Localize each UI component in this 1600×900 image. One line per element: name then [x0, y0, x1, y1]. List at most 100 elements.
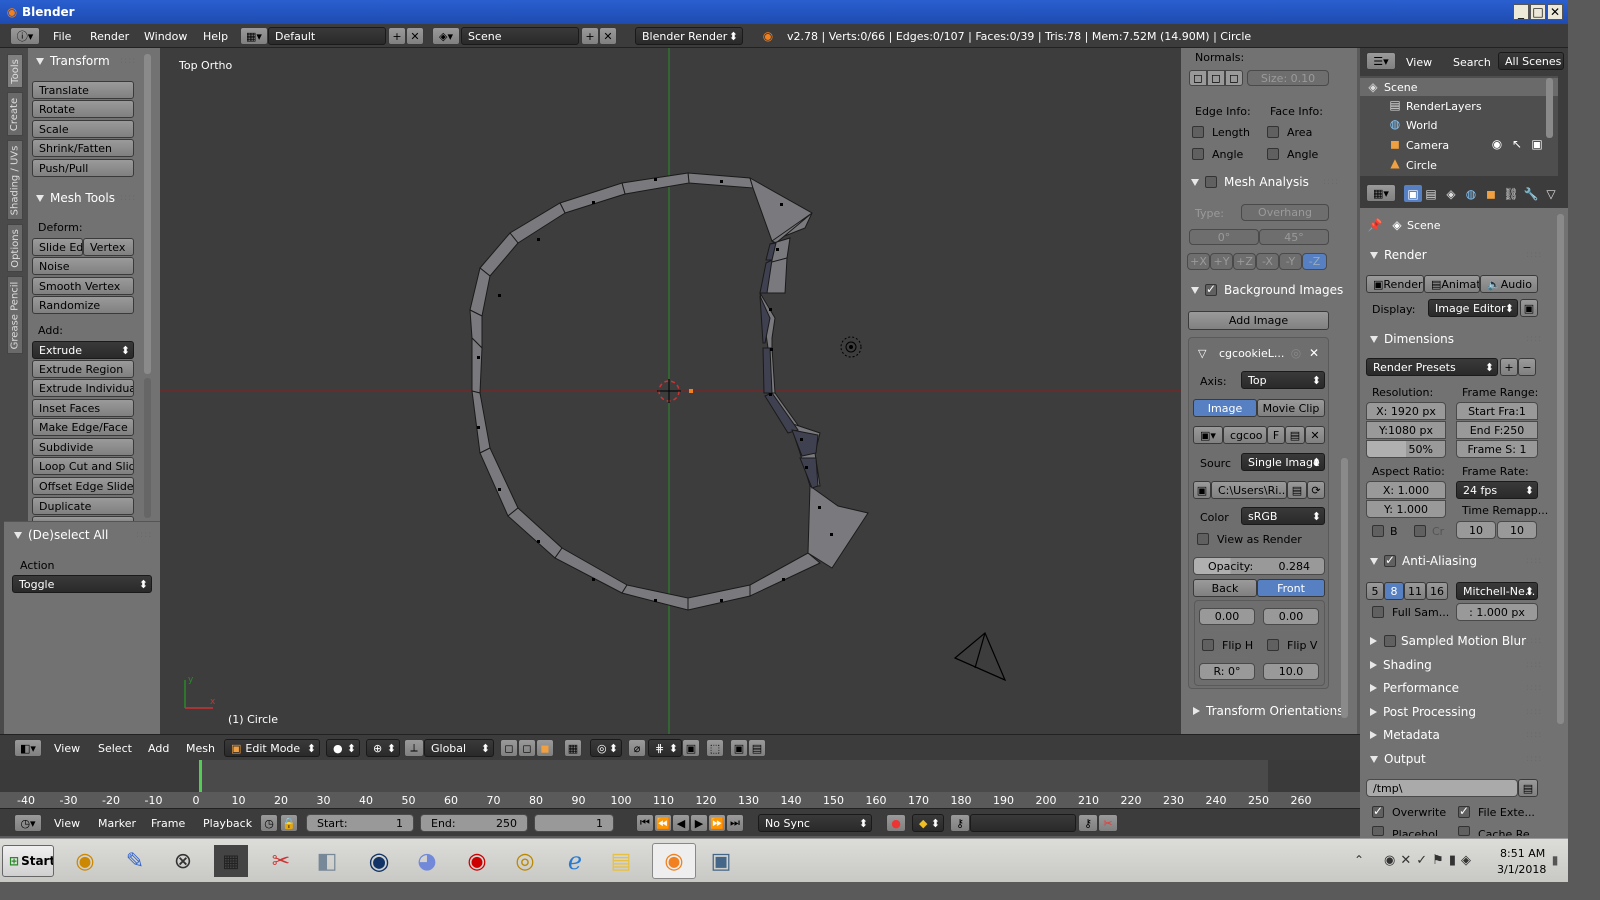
drag-handle[interactable]: ::::	[1526, 707, 1542, 717]
layout-field[interactable]: Default	[268, 27, 386, 45]
menu-window[interactable]: Window	[144, 30, 187, 43]
show-desktop-icon[interactable]: ▮	[1548, 853, 1562, 867]
size-field[interactable]: 10.0	[1263, 663, 1319, 680]
display-select[interactable]: Image Editor ⬍	[1428, 299, 1518, 317]
play-reverse-icon[interactable]: ◀	[672, 814, 690, 832]
mode-select[interactable]: ▣ Edit Mode ⬍	[224, 739, 320, 757]
outliner-item-renderlayers[interactable]: RenderLayers	[1406, 100, 1482, 113]
scene-remove-button[interactable]: ✕	[599, 27, 617, 45]
animation-button[interactable]: ▤ Animati	[1424, 275, 1480, 293]
view3d-editor-icon[interactable]: ◧▾	[14, 739, 42, 757]
shrink-fatten-button[interactable]: Shrink/Fatten	[32, 139, 134, 157]
occlude-geometry-icon[interactable]: ▦	[564, 739, 582, 757]
outliner-item-circle[interactable]: Circle	[1406, 159, 1437, 169]
unlink-image-icon[interactable]: ✕	[1305, 426, 1325, 444]
output-path-field[interactable]: /tmp\	[1366, 779, 1518, 797]
axis-plus-x[interactable]: +X	[1187, 253, 1210, 270]
scene-field[interactable]: Scene	[461, 27, 579, 45]
render-presets-select[interactable]: Render Presets ⬍	[1366, 358, 1498, 376]
tray-icons[interactable]: ◉✕✓⚑▮◈	[1370, 851, 1490, 869]
dimensions-panel-title[interactable]: Dimensions	[1370, 332, 1454, 346]
background-images-checkbox[interactable]	[1205, 282, 1217, 296]
anti-aliasing-panel-title[interactable]	[1370, 554, 1384, 568]
layout-icon[interactable]: ▦▾	[240, 27, 268, 45]
push-pull-button[interactable]: Push/Pull	[32, 159, 134, 177]
view3d-menu-select[interactable]: Select	[98, 742, 132, 755]
delete-keyframe-icon[interactable]: ✂	[1098, 814, 1118, 832]
tray-expand-icon[interactable]: ⌃	[1352, 853, 1366, 867]
frame-step-field[interactable]: Frame S: 1	[1456, 440, 1538, 458]
taskbar-app-8-icon[interactable]: ▣	[704, 845, 738, 877]
shading-panel-title[interactable]: Shading	[1370, 658, 1432, 672]
axis-select[interactable]: Top ⬍	[1241, 371, 1325, 389]
render-anim-icon[interactable]: ▤	[748, 739, 766, 757]
viewport-canvas[interactable]: y x	[160, 48, 1181, 734]
jump-start-icon[interactable]: ⏮	[636, 814, 654, 832]
opengl-render-icon[interactable]: ⬚	[706, 739, 724, 757]
outliner-menu-search[interactable]: Search	[1453, 56, 1491, 69]
pin-icon[interactable]: 📌	[1368, 218, 1383, 232]
jump-end-icon[interactable]: ⏭	[726, 814, 744, 832]
flip-h-checkbox[interactable]	[1202, 639, 1214, 651]
image-path-field[interactable]: C:\Users\Ri...	[1211, 481, 1287, 499]
drag-handle[interactable]: ::::	[120, 56, 136, 66]
aa-samples-16[interactable]: 16	[1426, 582, 1448, 600]
transform-orientations-title[interactable]: Transform Orientations	[1193, 704, 1344, 718]
metadata-panel-title[interactable]: Metadata	[1370, 728, 1440, 742]
current-frame-indicator[interactable]	[199, 760, 202, 792]
tool-shelf-scrollbar[interactable]	[144, 54, 151, 374]
modifiers-tab-icon[interactable]: 🔧	[1522, 185, 1540, 202]
drag-handle[interactable]: ::::	[1526, 250, 1542, 260]
tab-movie-clip[interactable]: Movie Clip	[1257, 399, 1325, 417]
tab-create[interactable]: Create	[7, 92, 23, 136]
aa-samples-5[interactable]: 5	[1366, 582, 1384, 600]
full-sample-checkbox[interactable]	[1372, 606, 1384, 618]
taskbar-app-6-icon[interactable]: ◉	[460, 845, 494, 877]
audio-button[interactable]: 🔈 Audio	[1480, 275, 1538, 293]
output-browse-icon[interactable]: ▤	[1518, 779, 1538, 797]
aa-filter-select[interactable]: Mitchell-Ne... ⬍	[1456, 582, 1538, 600]
view3d-menu-add[interactable]: Add	[148, 742, 169, 755]
offset-y-field[interactable]: 0.00	[1263, 608, 1319, 625]
transform-panel-title[interactable]: Transform	[36, 54, 110, 68]
display-lock-icon[interactable]: ▣	[1520, 299, 1538, 317]
split-normal-icon[interactable]: ◻	[1207, 70, 1225, 86]
border-checkbox[interactable]	[1372, 525, 1384, 537]
mesh-analysis-title[interactable]	[1191, 175, 1205, 189]
editor-type-button[interactable]: ⓘ▾	[10, 27, 40, 45]
outliner-menu-view[interactable]: View	[1406, 56, 1432, 69]
range-min-field[interactable]: 0°	[1189, 229, 1259, 245]
color-space-select[interactable]: sRGB ⬍	[1241, 507, 1325, 525]
world-tab-icon[interactable]: ◍	[1462, 185, 1480, 202]
end-frame-timeline-field[interactable]: End: 250	[420, 814, 528, 832]
crop-checkbox[interactable]	[1414, 525, 1426, 537]
timeline-menu-marker[interactable]: Marker	[98, 817, 136, 830]
menu-render[interactable]: Render	[90, 30, 129, 43]
loop-cut-slide-button[interactable]: Loop Cut and Slide	[32, 457, 134, 475]
properties-panel-scrollbar[interactable]	[1341, 458, 1348, 718]
end-frame-field[interactable]: End F:250	[1456, 421, 1538, 439]
3d-viewport[interactable]: Top Ortho (1) Circle y x	[160, 48, 1181, 734]
timeline[interactable]: -40 -30 -20 -10 0 10 20 30 40 50 60 70 80 90 100 110 120…	[0, 760, 1360, 808]
tab-options[interactable]: Options	[7, 224, 23, 272]
aa-samples-11[interactable]: 11	[1404, 582, 1426, 600]
drag-handle[interactable]: ::::	[1526, 730, 1542, 740]
resolution-x-field[interactable]: X: 1920 px	[1366, 402, 1446, 420]
lock-range-icon[interactable]: 🔒	[280, 814, 298, 832]
frame-rate-select[interactable]: 24 fps ⬍	[1456, 481, 1538, 499]
outliner-item-camera[interactable]: Camera	[1406, 139, 1449, 152]
sync-mode-select[interactable]: No Sync ⬍	[758, 814, 872, 832]
menu-help[interactable]: Help	[203, 30, 228, 43]
aspect-x-field[interactable]: X: 1.000	[1366, 481, 1446, 499]
offset-x-field[interactable]: 0.00	[1199, 608, 1255, 625]
pivot-select[interactable]: ⊕ ⬍	[366, 739, 400, 757]
background-images-title[interactable]	[1191, 283, 1205, 297]
post-processing-panel-title[interactable]: Post Processing	[1370, 705, 1476, 719]
play-icon[interactable]: ▶	[690, 814, 708, 832]
taskbar-app-1-icon[interactable]: ◉	[68, 845, 102, 877]
outliner-item-world[interactable]: World	[1406, 119, 1438, 132]
preview-range-icon[interactable]: ◷	[260, 814, 278, 832]
noise-button[interactable]: Noise	[32, 257, 134, 275]
auto-keying-record-icon[interactable]: ●	[886, 814, 906, 832]
image-expand-icon[interactable]: ▽	[1198, 347, 1206, 360]
